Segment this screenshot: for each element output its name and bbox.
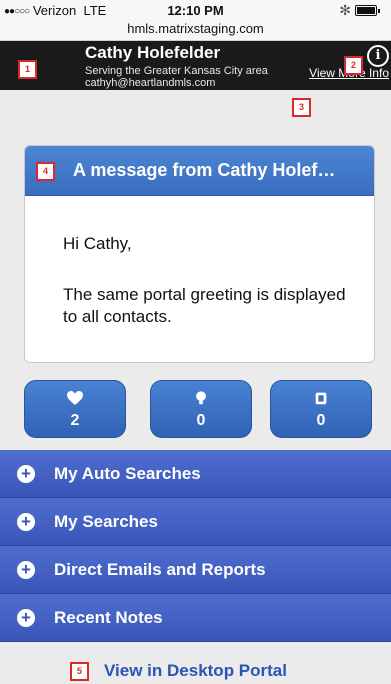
bluetooth-icon: ✻ <box>339 2 351 18</box>
agent-header: Cathy Holefelder Serving the Greater Kan… <box>0 41 391 90</box>
message-greeting: Hi Cathy, <box>63 234 132 253</box>
annotation-badge-2: 2 <box>344 56 363 75</box>
message-card: A message from Cathy Holef… Hi Cathy, Th… <box>24 145 375 363</box>
battery-icon <box>355 5 380 16</box>
status-bar: ●●○○○ Verizon LTE 12:10 PM ✻ <box>0 0 391 21</box>
section-my-searches[interactable]: + My Searches <box>0 498 391 546</box>
message-title[interactable]: A message from Cathy Holef… <box>25 146 374 196</box>
favorites-button[interactable]: 2 <box>24 380 126 438</box>
section-recent-notes[interactable]: + Recent Notes <box>0 594 391 642</box>
section-label: Direct Emails and Reports <box>54 560 266 579</box>
annotation-badge-5: 5 <box>70 662 89 681</box>
address-bar[interactable]: hmls.matrixstaging.com <box>0 21 391 41</box>
favorites-count: 2 <box>70 412 80 429</box>
plus-icon: + <box>17 609 35 627</box>
section-label: My Auto Searches <box>54 464 201 483</box>
plus-icon: + <box>17 465 35 483</box>
plus-icon: + <box>17 513 35 531</box>
message-body: The same portal greeting is displayed to… <box>63 285 346 326</box>
view-desktop-portal-link[interactable]: View in Desktop Portal <box>0 661 391 681</box>
discarded-count: 0 <box>316 412 326 429</box>
agent-email[interactable]: cathyh@heartlandmls.com <box>85 77 215 89</box>
lightbulb-icon <box>196 391 206 405</box>
section-label: Recent Notes <box>54 608 163 627</box>
discarded-button[interactable]: 0 <box>270 380 372 438</box>
section-list: + My Auto Searches + My Searches + Direc… <box>0 450 391 642</box>
section-my-auto-searches[interactable]: + My Auto Searches <box>0 450 391 498</box>
info-icon[interactable]: i <box>367 45 389 67</box>
annotation-badge-3: 3 <box>292 98 311 117</box>
plus-icon: + <box>17 561 35 579</box>
possibilities-count: 0 <box>196 412 206 429</box>
possibilities-button[interactable]: 0 <box>150 380 252 438</box>
status-time: 12:10 PM <box>167 3 224 18</box>
agent-name: Cathy Holefelder <box>85 43 221 62</box>
annotation-badge-4: 4 <box>36 162 55 181</box>
trash-icon <box>315 392 327 405</box>
agent-service-area: Serving the Greater Kansas City area <box>85 65 268 77</box>
section-label: My Searches <box>54 512 158 531</box>
annotation-badge-1: 1 <box>18 60 37 79</box>
heart-icon <box>67 391 83 405</box>
section-direct-emails-and-reports[interactable]: + Direct Emails and Reports <box>0 546 391 594</box>
